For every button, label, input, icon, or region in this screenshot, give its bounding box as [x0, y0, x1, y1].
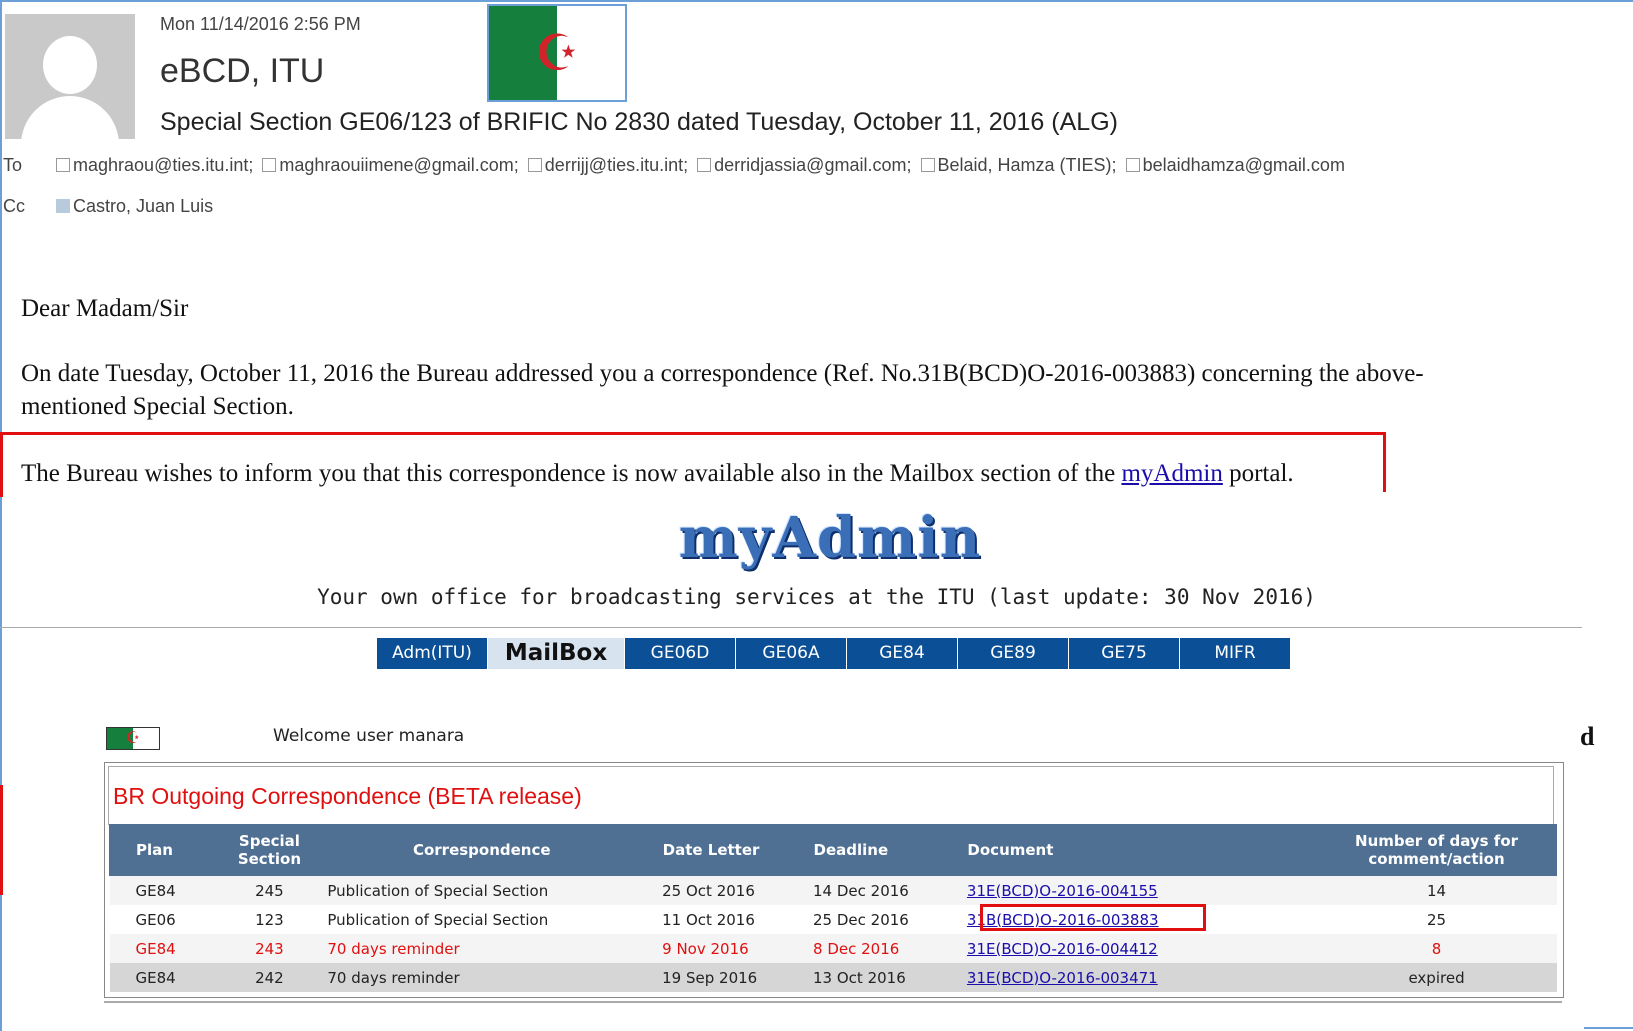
panel-title-box: BR Outgoing Correspondence (BETA release… — [108, 766, 1554, 825]
table-row: GE06 123 Publication of Special Section … — [109, 905, 1557, 934]
document-link[interactable]: 31E(BCD)O-2016-003471 — [967, 969, 1158, 987]
to-label: To — [3, 155, 23, 175]
tab-ge89[interactable]: GE89 — [958, 638, 1068, 669]
column-header[interactable]: Document — [956, 824, 1318, 876]
paragraph-2: The Bureau wishes to inform you that thi… — [21, 460, 1294, 487]
column-header[interactable]: Date Letter — [643, 824, 802, 876]
panel-title: BR Outgoing Correspondence (BETA release… — [113, 783, 582, 809]
window-bottom-border — [1584, 1027, 1633, 1029]
column-header[interactable]: Deadline — [800, 824, 958, 876]
tab-mifr[interactable]: MIFR — [1180, 638, 1290, 669]
cc-recipient[interactable]: Castro, Juan Luis — [73, 196, 213, 216]
divider — [104, 1001, 1562, 1003]
email-date: Mon 11/14/2016 2:56 PM — [160, 14, 361, 34]
column-header[interactable]: Correspondence — [318, 824, 645, 876]
highlight-mark — [0, 785, 3, 895]
paragraph-1-line-1: On date Tuesday, October 11, 2016 the Bu… — [21, 360, 1424, 387]
crescent-star-icon: ☪ — [534, 25, 580, 81]
portal-tagline: Your own office for broadcasting service… — [317, 585, 1316, 609]
cc-label: Cc — [3, 196, 25, 216]
myadmin-logo: myAdmin — [678, 505, 982, 571]
paragraph-1-line-2: mentioned Special Section. — [21, 393, 294, 420]
crescent-star-icon: ☪ — [125, 729, 141, 747]
table-row: GE84 243 70 days reminder 9 Nov 2016 8 D… — [109, 934, 1557, 963]
clipped-text: d — [1580, 722, 1595, 751]
correspondence-panel: BR Outgoing Correspondence (BETA release… — [104, 762, 1564, 998]
cc-line: Cc Castro, Juan Luis — [3, 196, 213, 217]
table-row: GE84 242 70 days reminder 19 Sep 2016 13… — [109, 963, 1557, 992]
highlight-box-right — [1383, 432, 1386, 492]
recipient[interactable]: belaidhamza@gmail.com — [1143, 155, 1345, 175]
document-highlight-box — [980, 904, 1206, 931]
highlight-box-left — [0, 432, 3, 497]
to-line: To maghraou@ties.itu.int; maghraouiimene… — [3, 155, 1345, 176]
recipient[interactable]: derrijj@ties.itu.int; — [545, 155, 688, 175]
highlight-box-top — [0, 432, 1386, 435]
avatar-body-shape — [21, 96, 119, 139]
tab-ge75[interactable]: GE75 — [1069, 638, 1179, 669]
tab-ge84[interactable]: GE84 — [847, 638, 957, 669]
tab-mailbox[interactable]: MailBox — [488, 638, 624, 669]
column-header[interactable]: Special Section — [218, 824, 320, 876]
algeria-flag-image: ☪ — [487, 4, 627, 102]
myadmin-link[interactable]: myAdmin — [1121, 460, 1222, 487]
algeria-flag-icon: ☪ — [106, 727, 160, 750]
tab-ge06d[interactable]: GE06D — [625, 638, 735, 669]
recipient[interactable]: maghraou@ties.itu.int; — [73, 155, 253, 175]
table-header-row: Plan Special Section Correspondence Date… — [109, 824, 1557, 876]
column-header[interactable]: Number of days for comment/action — [1316, 824, 1557, 876]
recipient[interactable]: derridjassia@gmail.com; — [714, 155, 911, 175]
recipient[interactable]: Belaid, Hamza (TIES); — [938, 155, 1117, 175]
document-link[interactable]: 31E(BCD)O-2016-004412 — [967, 940, 1158, 958]
document-link[interactable]: 31E(BCD)O-2016-004155 — [967, 882, 1158, 900]
column-header[interactable]: Plan — [109, 824, 220, 876]
correspondence-table: Plan Special Section Correspondence Date… — [109, 824, 1557, 992]
recipient[interactable]: maghraouiimene@gmail.com; — [279, 155, 518, 175]
email-sender: eBCD, ITU — [160, 52, 325, 90]
portal-nav: Adm(ITU) MailBox GE06D GE06A GE84 GE89 G… — [377, 638, 1291, 669]
tab-adm-itu[interactable]: Adm(ITU) — [377, 638, 487, 669]
window-top-border — [0, 0, 1633, 2]
greeting: Dear Madam/Sir — [21, 295, 189, 322]
tab-ge06a[interactable]: GE06A — [736, 638, 846, 669]
welcome-message: Welcome user manara — [273, 726, 465, 746]
sender-avatar — [5, 14, 135, 139]
table-row: GE84 245 Publication of Special Section … — [109, 875, 1557, 905]
email-subject: Special Section GE06/123 of BRIFIC No 28… — [160, 108, 1118, 136]
avatar-head-shape — [43, 36, 97, 94]
divider — [0, 627, 1582, 628]
